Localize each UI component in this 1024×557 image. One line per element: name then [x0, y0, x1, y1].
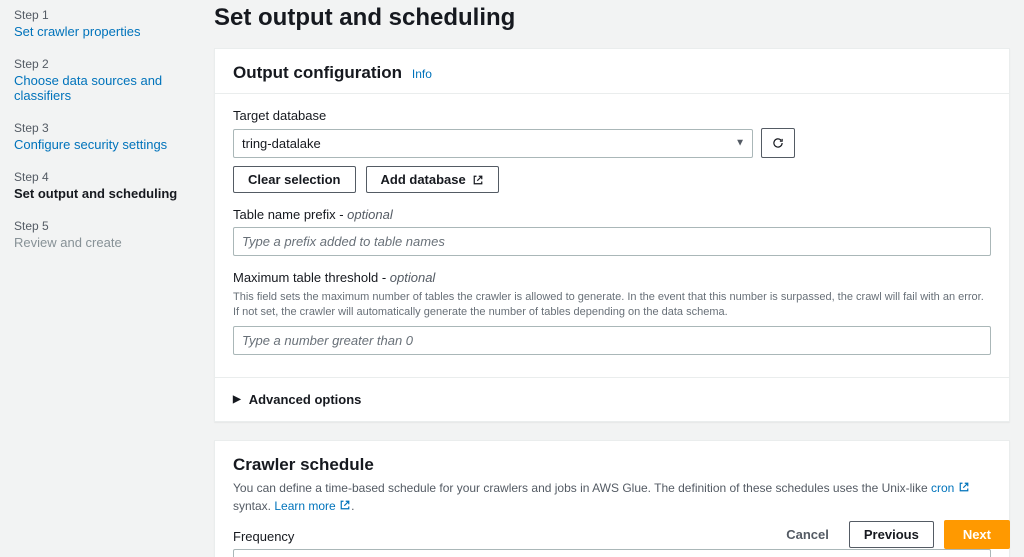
wizard-footer: Cancel Previous Next [776, 520, 1010, 549]
threshold-label: Maximum table threshold - optional [233, 270, 991, 285]
output-config-panel: Output configuration Info Target databas… [214, 48, 1010, 422]
external-link-icon [339, 499, 351, 511]
add-database-button[interactable]: Add database [366, 166, 499, 193]
step-3[interactable]: Step 3 Configure security settings [14, 121, 186, 152]
output-config-heading: Output configuration [233, 63, 402, 82]
cancel-button[interactable]: Cancel [776, 521, 839, 548]
external-link-icon [958, 481, 970, 493]
frequency-select[interactable]: On demand [233, 549, 991, 557]
wizard-steps: Step 1 Set crawler properties Step 2 Cho… [0, 0, 200, 557]
clear-selection-button[interactable]: Clear selection [233, 166, 356, 193]
info-link[interactable]: Info [412, 67, 432, 81]
step-2[interactable]: Step 2 Choose data sources and classifie… [14, 57, 186, 103]
table-prefix-input[interactable] [233, 227, 991, 256]
external-link-icon [472, 174, 484, 186]
step-1[interactable]: Step 1 Set crawler properties [14, 8, 186, 39]
step-5: Step 5 Review and create [14, 219, 186, 250]
next-button[interactable]: Next [944, 520, 1010, 549]
step-4: Step 4 Set output and scheduling [14, 170, 186, 201]
cron-link[interactable]: cron [931, 481, 970, 495]
target-database-select[interactable]: tring-datalake [233, 129, 753, 158]
table-prefix-label: Table name prefix - optional [233, 207, 991, 222]
refresh-icon [772, 137, 784, 149]
learn-more-link[interactable]: Learn more [274, 499, 351, 513]
crawler-schedule-description: You can define a time-based schedule for… [233, 479, 991, 515]
target-database-field: Target database tring-datalake ▼ [233, 108, 991, 193]
crawler-schedule-heading: Crawler schedule [233, 455, 374, 474]
threshold-field: Maximum table threshold - optional This … [233, 270, 991, 355]
caret-right-icon: ▶ [233, 394, 241, 405]
threshold-help: This field sets the maximum number of ta… [233, 290, 991, 321]
refresh-button[interactable] [761, 128, 795, 158]
page-title: Set output and scheduling [214, 4, 1010, 32]
advanced-options-toggle[interactable]: ▶ Advanced options [215, 377, 1009, 421]
table-prefix-field: Table name prefix - optional [233, 207, 991, 256]
target-database-label: Target database [233, 108, 991, 123]
previous-button[interactable]: Previous [849, 521, 934, 548]
threshold-input[interactable] [233, 326, 991, 355]
